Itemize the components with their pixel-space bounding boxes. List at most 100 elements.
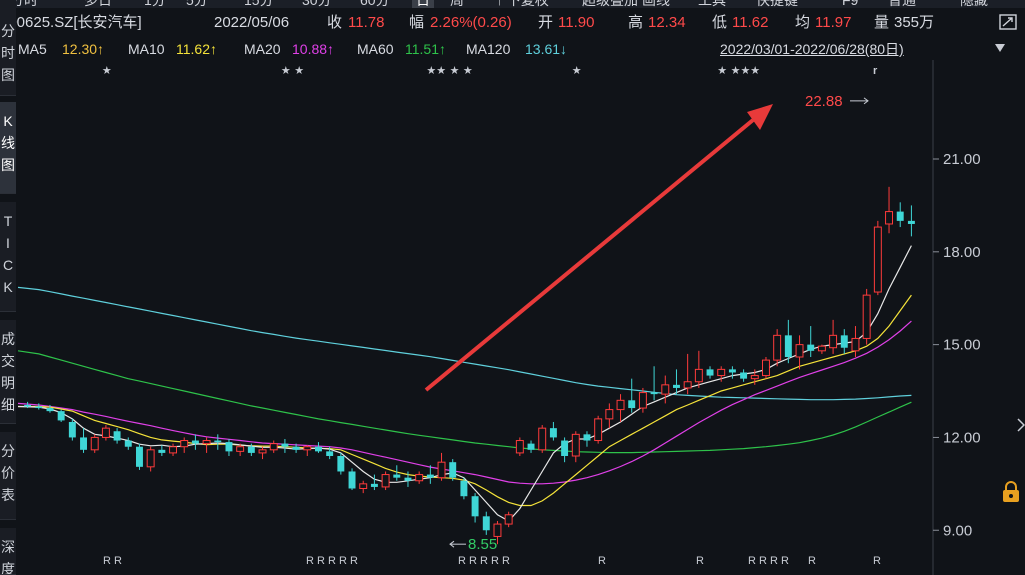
candle-body xyxy=(381,474,390,488)
toolbar-item[interactable]: 周 xyxy=(446,0,468,8)
candle-body xyxy=(247,446,255,453)
signal-r-group: R xyxy=(696,555,704,567)
quote-header: 000625.SZ[长安汽车] 2022/05/06 收 11.78 幅 2.2… xyxy=(0,10,1025,36)
candle-body xyxy=(628,400,636,409)
candle-body xyxy=(750,375,759,380)
dropdown-arrow-icon[interactable] xyxy=(995,44,1005,52)
chevron-right-icon[interactable] xyxy=(1017,418,1025,432)
candle-body xyxy=(90,436,99,451)
candle xyxy=(258,446,267,460)
candle-body xyxy=(225,442,233,452)
candle-body xyxy=(661,384,670,395)
candle-body xyxy=(214,440,222,443)
candle-body xyxy=(460,480,468,497)
candle-body xyxy=(583,434,591,441)
candle xyxy=(873,220,882,296)
candle-body xyxy=(728,369,736,373)
candle-body xyxy=(594,418,603,442)
ma20-label: MA20 xyxy=(244,41,281,57)
candle xyxy=(191,434,199,450)
candle-body xyxy=(873,226,882,293)
ma120-label: MA120 xyxy=(466,41,511,57)
candle xyxy=(460,477,468,500)
ma10-value: 11.62↑ xyxy=(176,41,217,57)
candle xyxy=(605,403,614,429)
candle-body xyxy=(113,431,121,441)
candle xyxy=(740,369,748,382)
side-tab[interactable]: 成 交 明 细 xyxy=(0,320,16,424)
candle xyxy=(561,437,569,463)
candle xyxy=(180,437,189,453)
lock-icon[interactable] xyxy=(1001,480,1021,504)
candle-body xyxy=(158,449,166,453)
candle-body xyxy=(269,443,278,451)
candle-body xyxy=(817,345,826,352)
candle-body xyxy=(258,449,267,454)
toolbar-item[interactable]: 画线 xyxy=(638,0,674,8)
candle xyxy=(136,443,143,470)
side-tab[interactable]: T I C K xyxy=(0,202,16,312)
candle xyxy=(817,344,826,354)
toolbar-item[interactable]: 1分 xyxy=(140,0,170,8)
candle-body xyxy=(493,523,502,537)
candle xyxy=(437,452,446,481)
candle-body xyxy=(415,474,424,482)
signal-r-group: R R R R R xyxy=(306,555,358,567)
volume-label: 量 xyxy=(874,14,890,31)
candle xyxy=(113,428,121,444)
date-range-selector[interactable]: 2022/03/01-2022/06/28(80日) xyxy=(720,38,904,60)
toolbar-item[interactable]: 快捷键 xyxy=(752,0,802,8)
side-tab[interactable]: 深 度 xyxy=(0,528,16,575)
toolbar-item[interactable]: ↑ 下复权 xyxy=(492,0,553,8)
candle xyxy=(885,186,893,234)
toolbar-item[interactable]: 15分 xyxy=(240,0,278,8)
candle-body xyxy=(348,471,356,489)
y-tick-label: 9.00 xyxy=(943,522,972,539)
toolbar-item[interactable]: 普通 xyxy=(884,0,920,8)
quote-date: 2022/05/06 xyxy=(214,14,290,31)
toolbar-item[interactable]: 隐藏 xyxy=(956,0,992,8)
toolbar-item[interactable]: F9 xyxy=(838,0,862,8)
ma10-line xyxy=(18,294,912,507)
candle-body xyxy=(795,344,804,358)
candle-body xyxy=(370,483,378,487)
toolbar-item[interactable]: 30分 xyxy=(298,0,336,8)
candle-body xyxy=(605,409,614,420)
candle-body xyxy=(393,474,401,478)
left-tab-strip: 分 时 图 K 线 图 T I C K 成 交 明 细分 价 表深 度 xyxy=(0,0,16,575)
candle-body xyxy=(315,446,322,452)
candle xyxy=(169,443,177,456)
side-tab[interactable]: 分 时 图 xyxy=(0,0,16,96)
settings-icon[interactable] xyxy=(999,14,1017,30)
candle-body xyxy=(862,294,871,339)
candle-layer xyxy=(24,186,915,545)
candle-body xyxy=(46,408,54,412)
candle xyxy=(862,288,871,345)
candle xyxy=(381,471,390,491)
toolbar-item[interactable]: 60分 xyxy=(356,0,394,8)
candle-body xyxy=(404,477,412,481)
candle xyxy=(616,394,625,422)
candle-body xyxy=(538,427,547,451)
candle-body xyxy=(907,220,915,224)
candle xyxy=(124,437,132,450)
toolbar-item[interactable]: 日 xyxy=(412,0,434,8)
side-tab[interactable]: 分 价 表 xyxy=(0,432,16,520)
candle-body xyxy=(717,368,726,377)
candle-body xyxy=(482,516,490,531)
toolbar-item[interactable]: 5分 xyxy=(182,0,212,8)
toolbar-item[interactable]: 工具 xyxy=(694,0,730,8)
toolbar-item[interactable]: 超级叠加 xyxy=(578,0,642,8)
candle-body xyxy=(638,392,647,409)
avg-label: 均 xyxy=(795,14,811,31)
candle xyxy=(583,431,591,447)
candle xyxy=(214,434,222,450)
candle-body xyxy=(683,381,692,389)
candle xyxy=(57,409,65,422)
side-tab[interactable]: K 线 图 xyxy=(0,102,16,194)
candle xyxy=(807,326,815,357)
candle-body xyxy=(762,359,770,377)
corner-marker: r xyxy=(873,65,878,77)
change-value: 2.26%(0.26) xyxy=(430,14,512,31)
toolbar-item[interactable]: 多日 xyxy=(80,0,116,8)
